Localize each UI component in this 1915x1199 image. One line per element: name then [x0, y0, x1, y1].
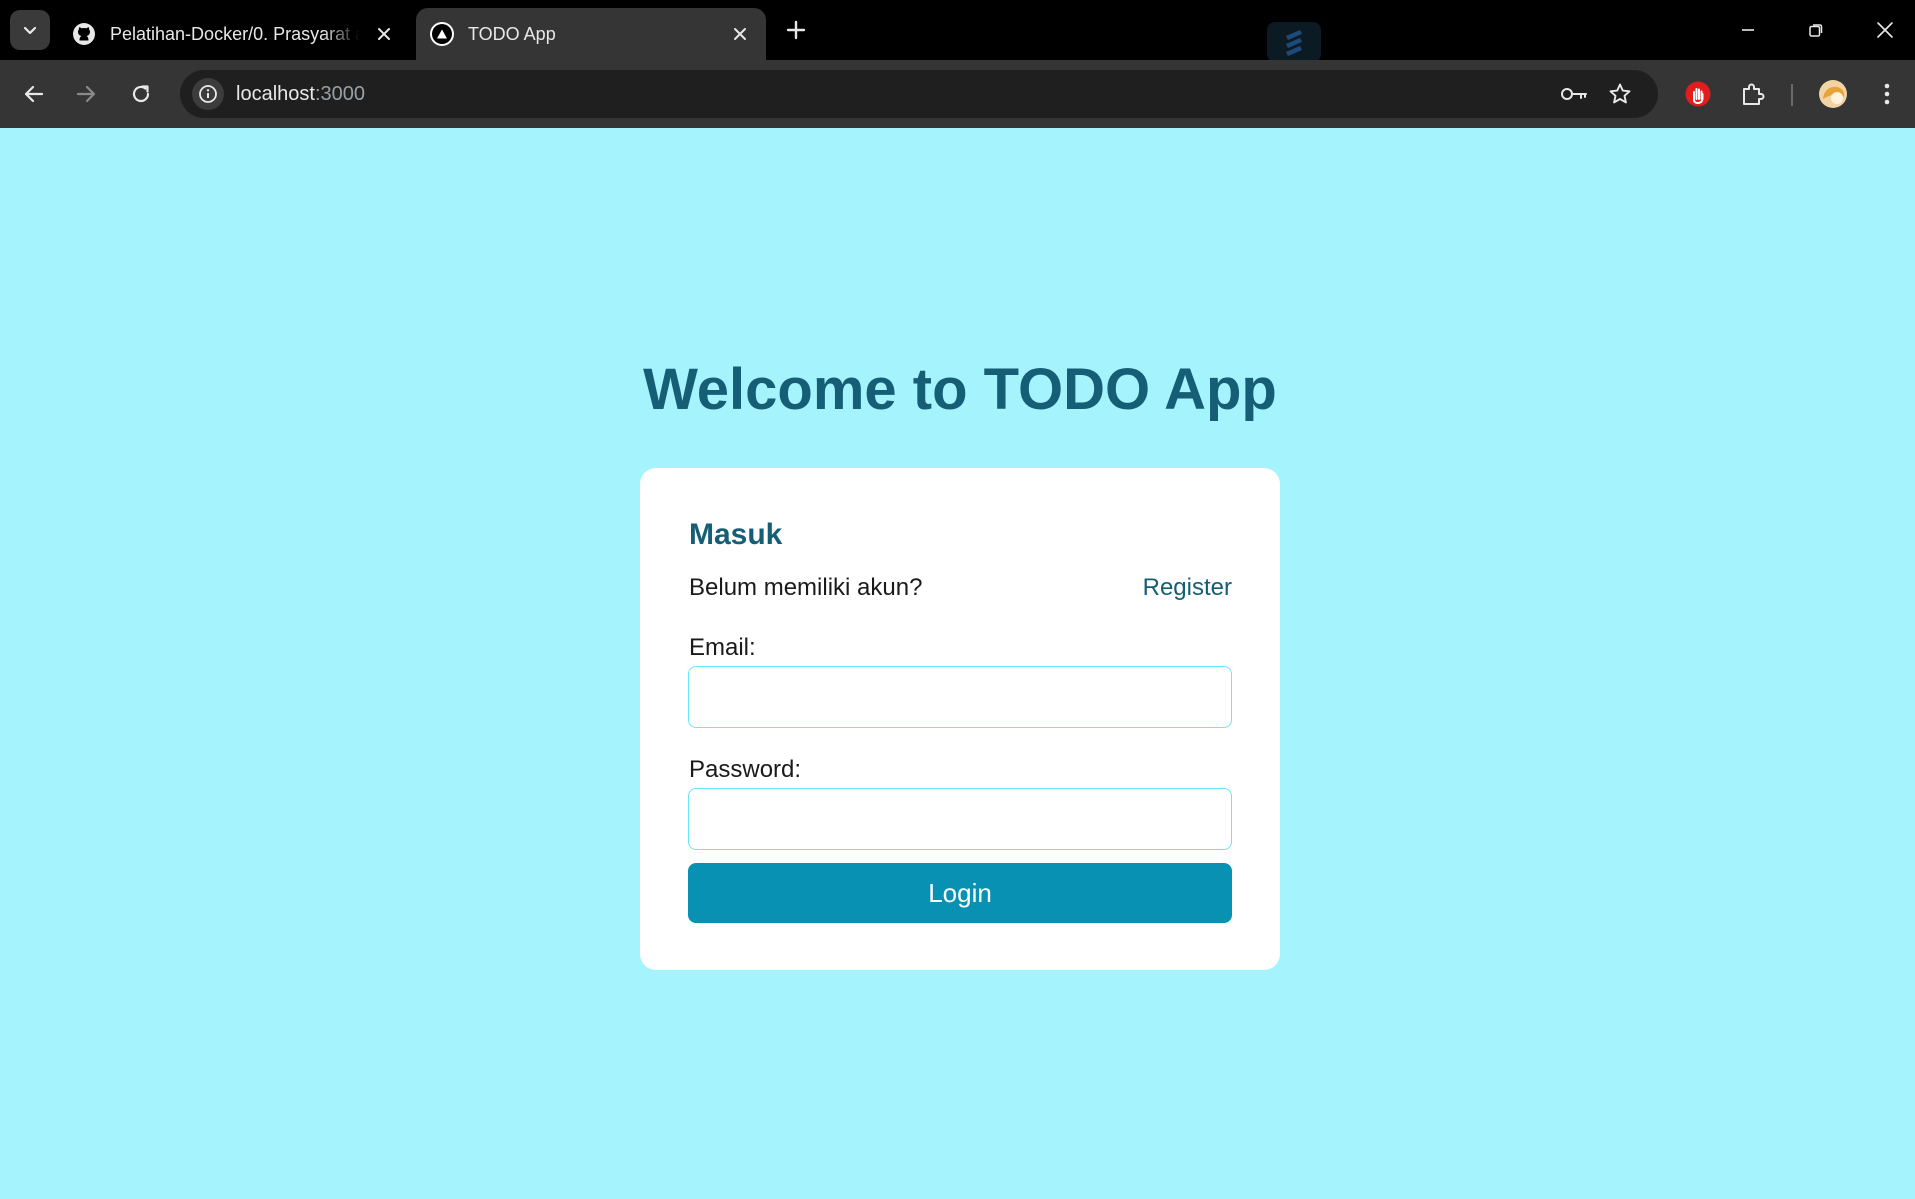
tab-todo-app[interactable]: TODO App [416, 8, 766, 60]
plus-icon [786, 20, 806, 40]
forward-icon[interactable] [66, 74, 106, 114]
tab-title: Pelatihan-Docker/0. Prasyarat a [110, 23, 360, 44]
no-account-text: Belum memiliki akun? [689, 574, 923, 601]
menu-icon[interactable] [1867, 74, 1907, 114]
tab-strip: Pelatihan-Docker/0. Prasyarat a TODO App [0, 0, 1915, 62]
back-icon[interactable] [14, 74, 54, 114]
close-window-icon[interactable] [1867, 12, 1903, 48]
restore-icon[interactable] [1798, 12, 1834, 48]
page-viewport: Welcome to TODO App Masuk Belum memiliki… [0, 128, 1915, 1199]
avatar[interactable] [1813, 74, 1853, 114]
email-field[interactable] [688, 666, 1232, 728]
tab-title: TODO App [468, 23, 556, 44]
nextjs-triangle-icon [430, 22, 454, 46]
key-icon[interactable] [1558, 78, 1590, 110]
login-title: Masuk [689, 518, 783, 551]
browser-toolbar: localhost:3000 [0, 60, 1915, 128]
close-icon[interactable] [370, 20, 398, 48]
url-port: :3000 [314, 83, 365, 105]
url-text: localhost:3000 [236, 83, 365, 106]
close-icon[interactable] [726, 20, 754, 48]
login-card: Masuk Belum memiliki akun? Register Emai… [640, 468, 1280, 970]
new-tab-button[interactable] [780, 14, 812, 46]
login-button[interactable]: Login [688, 863, 1232, 923]
email-label: Email: [689, 634, 756, 661]
toolbar-divider [1791, 84, 1793, 106]
star-icon[interactable] [1604, 78, 1636, 110]
password-field[interactable] [688, 788, 1232, 850]
password-label: Password: [689, 756, 802, 783]
extension-badge-icon[interactable] [1267, 22, 1321, 62]
info-icon[interactable] [192, 78, 224, 110]
extensions-icon[interactable] [1733, 74, 1773, 114]
register-link[interactable]: Register [1143, 574, 1232, 602]
url-host: localhost [236, 83, 315, 105]
minimize-icon[interactable] [1730, 12, 1766, 48]
reload-icon[interactable] [121, 74, 161, 114]
address-bar[interactable]: localhost:3000 [180, 70, 1658, 118]
tab-search-button[interactable] [10, 10, 50, 50]
stop-hand-extension-icon[interactable] [1678, 74, 1718, 114]
chevron-down-icon [23, 26, 37, 35]
page-title: Welcome to TODO App [643, 357, 1277, 422]
github-icon [72, 22, 96, 46]
tab-github[interactable]: Pelatihan-Docker/0. Prasyarat a [58, 8, 410, 60]
